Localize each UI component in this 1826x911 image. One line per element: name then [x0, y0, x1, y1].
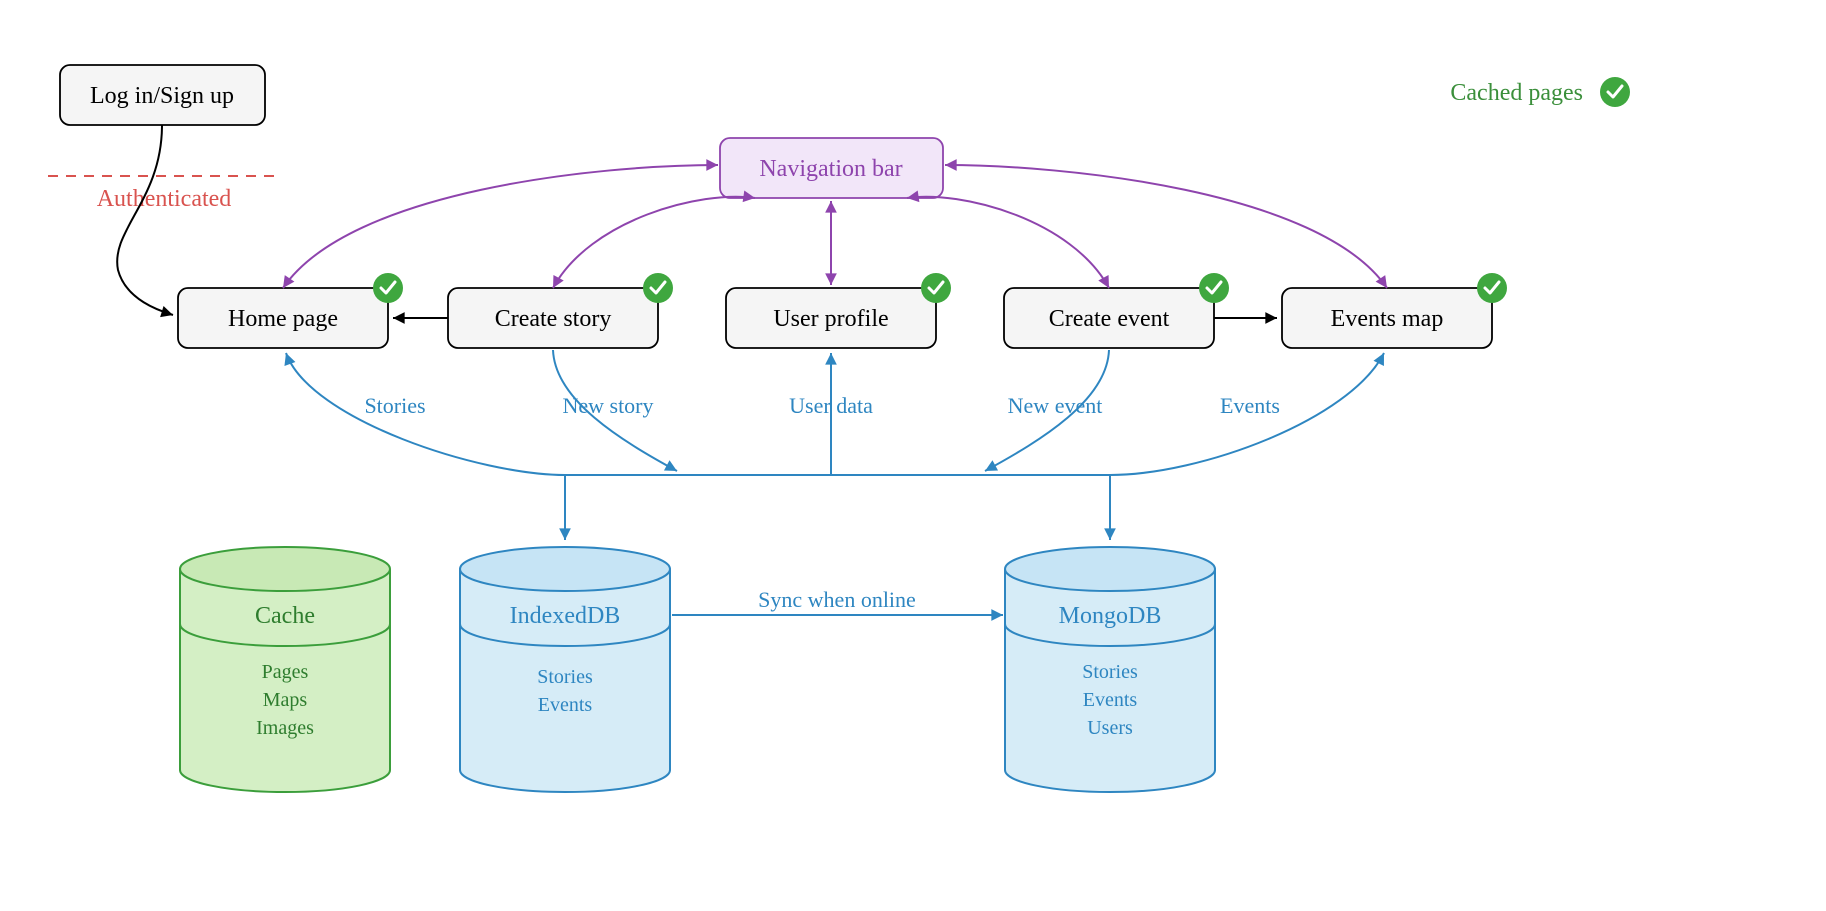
node-events-map: Events map — [1282, 273, 1507, 348]
node-events-map-label: Events map — [1331, 306, 1444, 332]
node-login: Log in/Sign up — [60, 65, 265, 125]
store-cache-title: Cache — [255, 603, 315, 629]
legend-label: Cached pages — [1450, 80, 1583, 106]
store-indexeddb-item-1: Events — [538, 694, 593, 716]
store-mongodb-item-1: Events — [1083, 689, 1138, 711]
edge-label-stories: Stories — [364, 393, 425, 418]
checkmark-icon — [921, 273, 951, 303]
edge-sync-label: Sync when online — [758, 587, 916, 612]
node-home-label: Home page — [228, 306, 338, 332]
store-cache: Cache Pages Maps Images — [180, 547, 390, 792]
node-user-profile: User profile — [726, 273, 951, 348]
checkmark-icon — [643, 273, 673, 303]
node-create-story: Create story — [448, 273, 673, 348]
store-mongodb-item-0: Stories — [1082, 661, 1138, 683]
node-user-profile-label: User profile — [773, 306, 888, 332]
store-indexeddb-item-0: Stories — [537, 666, 593, 688]
edge-login-to-home — [117, 125, 173, 315]
store-cache-item-0: Pages — [262, 661, 309, 683]
checkmark-icon — [373, 273, 403, 303]
checkmark-icon — [1477, 273, 1507, 303]
node-navbar-label: Navigation bar — [759, 156, 902, 182]
architecture-diagram: Cached pages Log in/Sign up Authenticate… — [0, 0, 1826, 911]
edge-label-events: Events — [1220, 393, 1280, 418]
store-indexeddb: IndexedDB Stories Events — [460, 547, 670, 792]
edge-nav-home — [283, 165, 718, 288]
store-indexeddb-title: IndexedDB — [510, 603, 621, 629]
auth-label: Authenticated — [97, 186, 232, 212]
node-navbar: Navigation bar — [720, 138, 943, 198]
store-mongodb: MongoDB Stories Events Users — [1005, 547, 1215, 792]
checkmark-icon — [1600, 77, 1630, 107]
node-create-story-label: Create story — [495, 306, 612, 332]
node-create-event: Create event — [1004, 273, 1229, 348]
node-create-event-label: Create event — [1049, 306, 1170, 332]
checkmark-icon — [1199, 273, 1229, 303]
edge-nav-eventsmap — [945, 165, 1387, 288]
store-mongodb-item-2: Users — [1087, 717, 1133, 739]
node-login-label: Log in/Sign up — [90, 83, 234, 109]
store-mongodb-title: MongoDB — [1059, 603, 1162, 629]
legend-cached-pages: Cached pages — [1450, 77, 1630, 107]
store-cache-item-1: Maps — [263, 689, 308, 711]
edge-label-newstory: New story — [562, 393, 653, 418]
store-cache-item-2: Images — [256, 717, 314, 739]
node-home: Home page — [178, 273, 403, 348]
